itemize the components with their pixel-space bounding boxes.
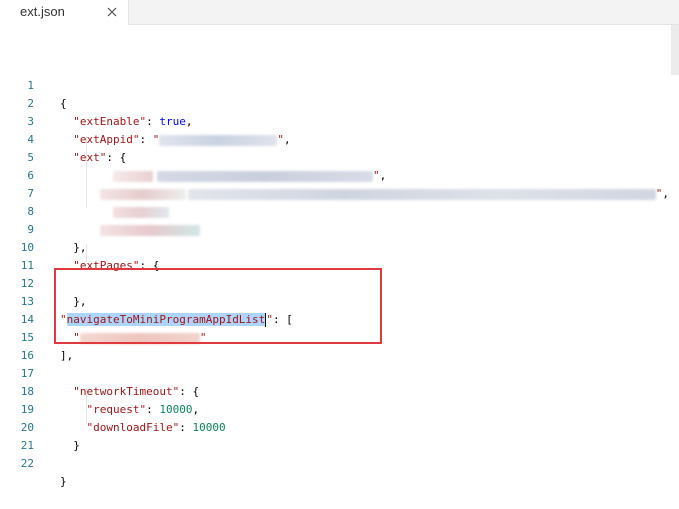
tab-bar: ext.json [0, 0, 679, 25]
code-editor[interactable]: 1 { 2 "extEnable": true, 3 "extAppid": "… [0, 25, 679, 496]
close-icon[interactable] [105, 5, 119, 19]
tab-ext-json[interactable]: ext.json [0, 0, 129, 25]
code-line: 17 "networkTimeout": { [0, 347, 679, 398]
code-line: 2 "extEnable": true, [0, 77, 679, 128]
code-line: 18 "request": 10000, [0, 365, 679, 416]
code-line: 11 [0, 239, 679, 272]
code-line: 22 } [0, 437, 679, 488]
code-text: } [60, 475, 67, 488]
code-line: 20 } [0, 401, 679, 452]
highlight-annotation-box [54, 268, 382, 344]
code-line: 3 "extAppid": " ", [0, 95, 679, 146]
code-line: 4 "ext": { [0, 113, 679, 164]
line-number: 22 [20, 457, 34, 470]
code-line: 9 }, [0, 203, 679, 254]
code-line: 8 [0, 185, 679, 236]
code-line: 19 "downloadFile": 10000 [0, 383, 679, 434]
code-line: 21 [0, 419, 679, 452]
code-line: 1 { [0, 59, 679, 110]
code-line: 5 ", [0, 131, 679, 182]
code-line: 7 [0, 167, 679, 218]
tab-label: ext.json [20, 4, 65, 19]
code-line: 10 "extPages": { [0, 221, 679, 272]
code-line: 6 ", [0, 149, 679, 200]
